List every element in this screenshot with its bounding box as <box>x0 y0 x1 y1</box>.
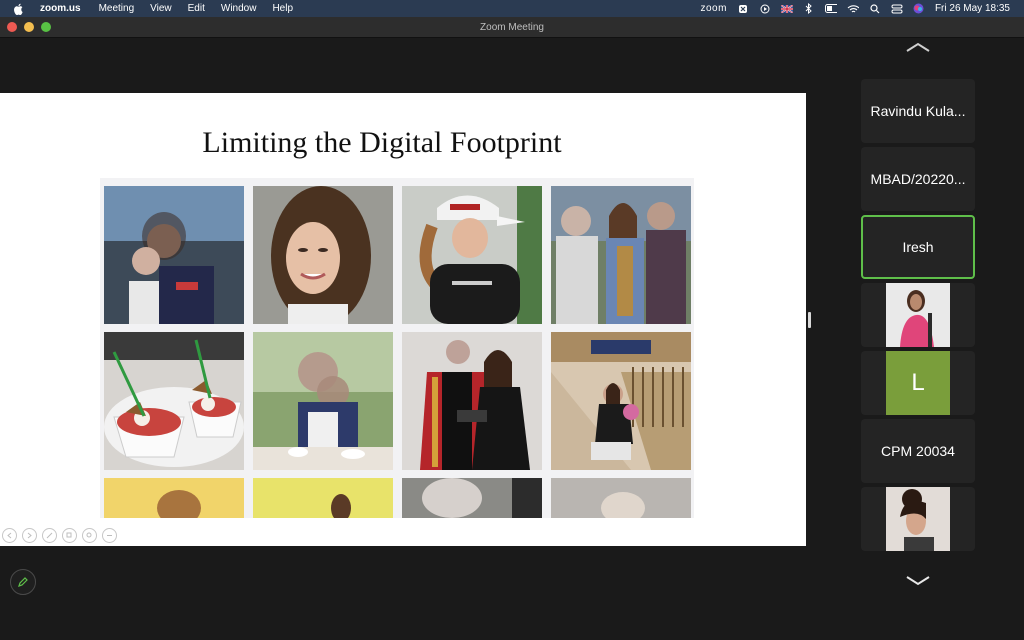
forward-icon[interactable] <box>22 528 37 543</box>
participant-tile-cpm[interactable]: CPM 20034 <box>861 419 975 483</box>
zoom-icon[interactable] <box>82 528 97 543</box>
participant-video <box>886 283 950 347</box>
back-icon[interactable] <box>2 528 17 543</box>
participant-video <box>886 487 950 551</box>
menu-edit[interactable]: Edit <box>188 3 205 14</box>
bluetooth-icon[interactable] <box>803 3 815 14</box>
photo-grid <box>100 178 694 518</box>
datetime-label[interactable]: Fri 26 May 18:35 <box>935 3 1010 14</box>
menu-window[interactable]: Window <box>221 3 257 14</box>
photo-row3-1 <box>104 478 244 518</box>
uk-flag-icon[interactable] <box>780 4 793 14</box>
photo-row3-2 <box>253 478 393 518</box>
photo-cafe-child <box>253 332 393 470</box>
control-center-icon[interactable] <box>891 4 903 14</box>
photo-row3-4 <box>551 478 691 518</box>
menu-bar: zoom.us Meeting View Edit Window Help zo… <box>0 0 1024 17</box>
participant-name: MBAD/20220... <box>870 171 966 187</box>
zoom-status-label[interactable]: zoom <box>701 3 727 14</box>
draw-icon[interactable] <box>42 528 57 543</box>
traffic-lights <box>7 22 51 32</box>
photo-woman-cap <box>402 186 542 324</box>
photo-two-girls-selfie <box>104 186 244 324</box>
photo-three-friends <box>551 186 691 324</box>
participant-name: Ravindu Kula... <box>870 103 966 119</box>
close-window-button[interactable] <box>7 22 17 32</box>
panel-resize-handle[interactable] <box>808 312 811 328</box>
chevron-up-icon[interactable] <box>904 40 932 54</box>
apple-icon[interactable] <box>12 3 26 15</box>
participant-name: Iresh <box>902 239 934 255</box>
copy-icon[interactable] <box>62 528 77 543</box>
photo-woman-smiling <box>253 186 393 324</box>
more-icon[interactable] <box>102 528 117 543</box>
participant-tile-l[interactable]: L <box>861 351 975 415</box>
window-title-bar: Zoom Meeting <box>0 17 1024 38</box>
participant-name: CPM 20034 <box>881 443 955 459</box>
wifi-icon[interactable] <box>847 4 859 14</box>
chevron-down-icon[interactable] <box>904 574 932 588</box>
photo-row3-3 <box>402 478 542 518</box>
participant-tile-ravindu[interactable]: Ravindu Kula... <box>861 79 975 143</box>
avatar-initial: L <box>911 369 925 396</box>
avatar: L <box>886 351 950 415</box>
search-icon[interactable] <box>869 3 881 14</box>
photo-graduation <box>402 332 542 470</box>
stop-share-icon[interactable] <box>737 4 749 14</box>
menu-view[interactable]: View <box>150 3 172 14</box>
menu-meeting[interactable]: Meeting <box>99 3 135 14</box>
participant-tile-video-2[interactable] <box>861 487 975 551</box>
menu-help[interactable]: Help <box>272 3 293 14</box>
photo-staircase <box>551 332 691 470</box>
minimize-window-button[interactable] <box>24 22 34 32</box>
slide-title: Limiting the Digital Footprint <box>202 126 562 159</box>
menu-app-name[interactable]: zoom.us <box>40 3 81 14</box>
battery-icon[interactable] <box>824 4 837 14</box>
status-area: zoom Fri 26 May 18:35 <box>701 3 1010 14</box>
record-icon[interactable] <box>759 4 771 14</box>
photo-desserts <box>104 332 244 470</box>
shared-screen[interactable]: Limiting the Digital Footprint <box>0 93 806 546</box>
window-title: Zoom Meeting <box>480 21 544 33</box>
participant-tile-iresh[interactable]: Iresh <box>861 215 975 279</box>
annotation-toolbar <box>2 528 117 543</box>
fullscreen-window-button[interactable] <box>41 22 51 32</box>
siri-icon[interactable] <box>913 3 925 14</box>
pen-icon[interactable] <box>10 569 36 595</box>
participant-tile-mbad[interactable]: MBAD/20220... <box>861 147 975 211</box>
participant-tile-video-1[interactable] <box>861 283 975 347</box>
